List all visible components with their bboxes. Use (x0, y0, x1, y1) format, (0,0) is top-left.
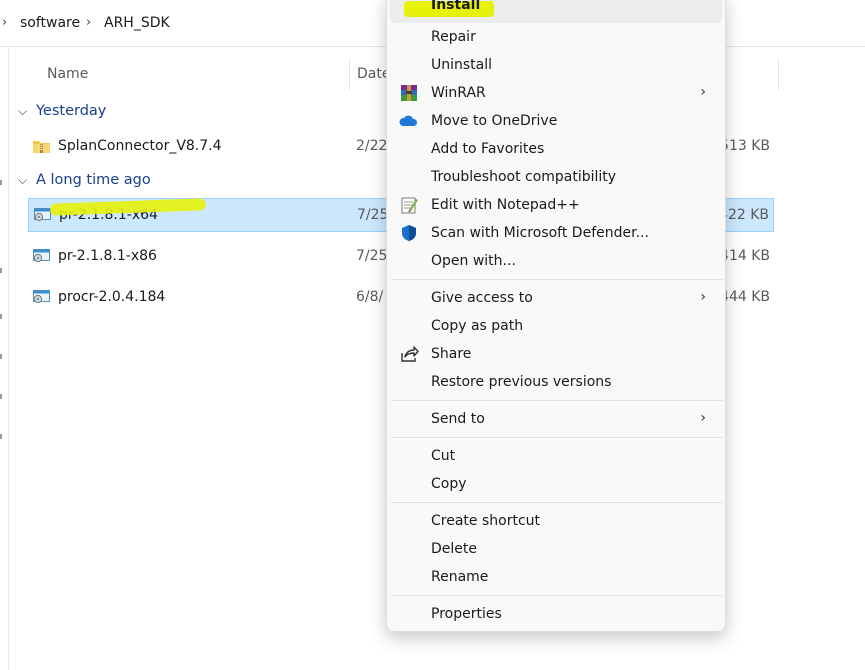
menu-item-label: Scan with Microsoft Defender... (431, 225, 649, 241)
menu-item-troubleshoot[interactable]: Troubleshoot compatibility (390, 163, 722, 191)
menu-item-install[interactable]: Install (390, 0, 722, 23)
menu-separator (391, 400, 723, 401)
context-menu: Install Repair Uninstall WinRAR › Move t… (386, 0, 726, 632)
file-name: SplanConnector_V8.7.4 (58, 138, 222, 154)
menu-item-label: Open with... (431, 253, 516, 269)
nav-marker (0, 434, 2, 439)
menu-item-edit-with-notepad[interactable]: Edit with Notepad++ (390, 191, 722, 219)
group-header-long-ago[interactable]: ⌵ A long time ago (18, 172, 151, 188)
winrar-icon (401, 85, 417, 101)
column-separator[interactable] (778, 58, 779, 90)
menu-item-label: Add to Favorites (431, 141, 545, 157)
chevron-down-icon[interactable]: ⌵ (18, 173, 36, 188)
file-name: pr-2.1.8.1-x86 (58, 248, 157, 264)
menu-item-label: Share (431, 346, 472, 362)
file-date: 2/22 (356, 138, 388, 154)
menu-item-restore-previous[interactable]: Restore previous versions (390, 368, 722, 396)
installer-icon (34, 208, 51, 222)
chevron-right-icon: › (700, 84, 706, 100)
installer-icon (33, 290, 50, 304)
group-header-yesterday[interactable]: ⌵ Yesterday (18, 103, 106, 119)
menu-item-add-to-favorites[interactable]: Add to Favorites (390, 135, 722, 163)
menu-separator (391, 279, 723, 280)
file-size: 422 KB (719, 207, 769, 223)
menu-item-copy[interactable]: Copy (390, 470, 722, 498)
menu-item-send-to[interactable]: Send to › (390, 405, 722, 433)
file-date: 6/8/ (356, 289, 384, 305)
nav-marker (0, 314, 2, 319)
menu-separator (391, 595, 723, 596)
menu-item-cut[interactable]: Cut (390, 442, 722, 470)
navigation-pane-edge[interactable] (0, 46, 9, 670)
menu-separator (391, 502, 723, 503)
menu-item-label: Give access to (431, 290, 533, 306)
menu-item-label: Send to (431, 411, 485, 427)
share-icon (401, 346, 419, 362)
menu-item-label: WinRAR (431, 85, 486, 101)
file-date: 7/25 (356, 248, 388, 264)
menu-item-label: Move to OneDrive (431, 113, 558, 129)
breadcrumb-item-arh-sdk[interactable]: ARH_SDK (104, 15, 170, 31)
menu-item-label: Install (431, 0, 481, 13)
menu-item-open-with[interactable]: Open with... (390, 247, 722, 275)
menu-item-label: Create shortcut (431, 513, 541, 529)
menu-item-delete[interactable]: Delete (390, 535, 722, 563)
menu-item-properties[interactable]: Properties (390, 600, 722, 628)
menu-item-repair[interactable]: Repair (390, 23, 722, 51)
menu-item-rename[interactable]: Rename (390, 563, 722, 591)
menu-item-label: Delete (431, 541, 477, 557)
file-date: 7/25 (357, 207, 389, 223)
column-separator[interactable] (349, 58, 350, 90)
column-header-name[interactable]: Name (47, 66, 88, 82)
group-label: A long time ago (36, 172, 151, 188)
zip-folder-icon (33, 141, 50, 153)
menu-item-label: Repair (431, 29, 476, 45)
file-size: 513 KB (720, 138, 770, 154)
menu-item-uninstall[interactable]: Uninstall (390, 51, 722, 79)
menu-item-winrar[interactable]: WinRAR › (390, 79, 722, 107)
file-size: 414 KB (720, 248, 770, 264)
installer-icon (33, 249, 50, 263)
breadcrumb-item-software[interactable]: software (20, 15, 80, 31)
menu-item-label: Properties (431, 606, 502, 622)
chevron-right-icon: › (700, 289, 706, 305)
menu-item-share[interactable]: Share (390, 340, 722, 368)
notepad-plus-plus-icon (401, 197, 418, 214)
menu-item-copy-as-path[interactable]: Copy as path (390, 312, 722, 340)
menu-item-label: Uninstall (431, 57, 493, 73)
chevron-right-icon[interactable]: › (2, 15, 7, 30)
menu-item-label: Restore previous versions (431, 374, 612, 390)
nav-marker (0, 354, 2, 359)
menu-item-scan-with-defender[interactable]: Scan with Microsoft Defender... (390, 219, 722, 247)
file-name: procr-2.0.4.184 (58, 289, 166, 305)
nav-marker (0, 268, 2, 273)
chevron-down-icon[interactable]: ⌵ (18, 104, 36, 119)
chevron-right-icon: › (700, 410, 706, 426)
chevron-right-icon[interactable]: › (86, 15, 91, 30)
nav-marker (0, 180, 2, 185)
menu-item-label: Copy (431, 476, 467, 492)
menu-item-move-to-onedrive[interactable]: Move to OneDrive (390, 107, 722, 135)
defender-shield-icon (402, 225, 416, 241)
menu-item-give-access[interactable]: Give access to › (390, 284, 722, 312)
menu-item-label: Troubleshoot compatibility (431, 169, 617, 185)
group-label: Yesterday (36, 103, 107, 119)
nav-marker (0, 394, 2, 399)
menu-item-label: Cut (431, 448, 456, 464)
onedrive-icon (399, 115, 418, 126)
menu-item-label: Copy as path (431, 318, 524, 334)
menu-item-label: Edit with Notepad++ (431, 197, 580, 213)
menu-separator (391, 437, 723, 438)
file-size: 444 KB (720, 289, 770, 305)
menu-item-label: Rename (431, 569, 489, 585)
menu-item-create-shortcut[interactable]: Create shortcut (390, 507, 722, 535)
